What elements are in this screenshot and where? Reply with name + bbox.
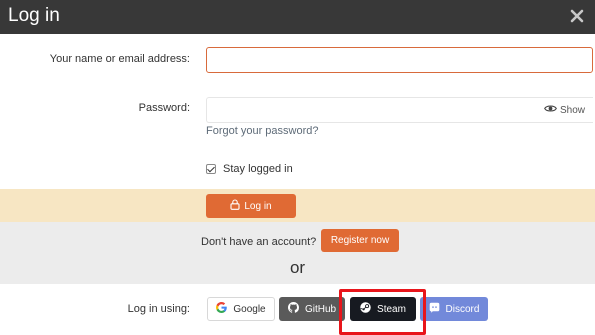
login-dialog: Log in Your name or email address: Passw… — [0, 0, 595, 335]
or-divider: or — [289, 258, 306, 277]
google-label: Google — [233, 303, 266, 315]
close-icon[interactable] — [567, 5, 587, 27]
steam-label: Steam — [377, 303, 406, 315]
google-login-button[interactable]: Google — [207, 297, 275, 321]
password-input[interactable] — [206, 97, 593, 123]
stay-logged-in-label: Stay logged in — [223, 163, 293, 175]
github-label: GitHub — [304, 303, 337, 315]
dialog-header: Log in — [0, 0, 595, 34]
discord-label: Discord — [445, 303, 480, 315]
register-row: Don't have an account? Register now or — [0, 222, 595, 284]
forgot-password-link[interactable]: Forgot your password? — [206, 125, 319, 137]
register-prompt: Don't have an account? — [201, 236, 317, 248]
lock-icon — [230, 199, 244, 213]
log-in-button[interactable]: Log in — [206, 194, 296, 218]
log-in-button-label: Log in — [244, 200, 272, 212]
discord-login-button[interactable]: Discord — [420, 297, 488, 321]
show-password-toggle[interactable]: Show — [544, 102, 585, 118]
name-label: Your name or email address: — [49, 53, 190, 65]
providers-label: Log in using: — [127, 303, 190, 315]
github-login-button[interactable]: GitHub — [279, 297, 345, 321]
eye-icon — [544, 104, 560, 116]
steam-login-button[interactable]: Steam — [350, 297, 416, 321]
register-now-button[interactable]: Register now — [321, 229, 399, 252]
password-label: Password: — [138, 102, 190, 114]
discord-icon — [429, 302, 446, 316]
name-email-input[interactable] — [206, 47, 593, 73]
github-icon — [287, 302, 305, 316]
steam-icon — [360, 302, 377, 316]
providers-row: Log in using: Google GitHub Steam Discor… — [0, 284, 595, 335]
stay-logged-in-row: Stay logged in — [206, 163, 293, 175]
login-form: Your name or email address: Password: Sh… — [0, 34, 595, 335]
submit-row: Log in — [0, 189, 595, 222]
stay-logged-in-checkbox[interactable] — [206, 164, 216, 174]
show-label: Show — [560, 104, 586, 116]
dialog-title: Log in — [8, 5, 60, 26]
google-icon — [216, 302, 233, 316]
